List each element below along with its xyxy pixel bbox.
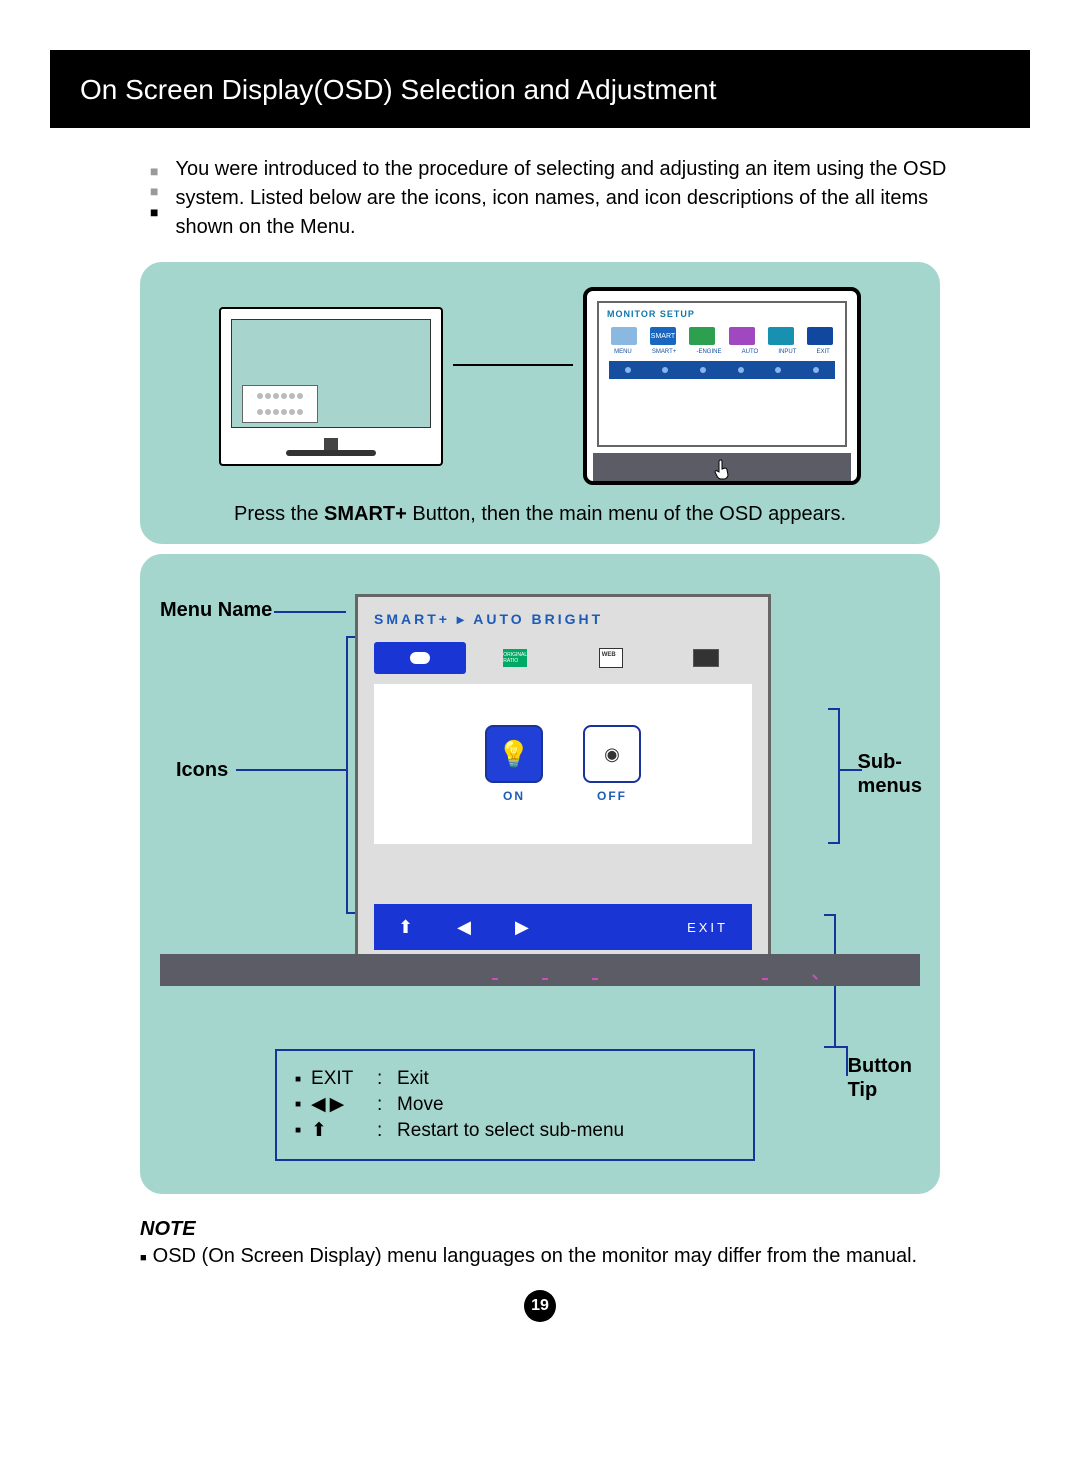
submenu-off-button[interactable]: ◉ OFF bbox=[583, 725, 641, 803]
label-submenus: Sub-menus bbox=[858, 750, 922, 798]
tab-web[interactable] bbox=[565, 642, 657, 674]
leader-line bbox=[274, 611, 346, 613]
web-icon bbox=[599, 648, 623, 668]
legend-row-restart: ■ ⬆ : Restart to select sub-menu bbox=[295, 1119, 735, 1142]
intro-text: You were introduced to the procedure of … bbox=[176, 155, 951, 242]
ratio-icon: ORIGINAL RATIO bbox=[503, 649, 527, 667]
nav-exit-label[interactable]: EXIT bbox=[687, 920, 728, 935]
bulb-on-icon: 💡 bbox=[498, 739, 530, 770]
osd-mini-title: MONITOR SETUP bbox=[599, 303, 845, 323]
note-heading: NOTE bbox=[140, 1218, 940, 1241]
on-label: ON bbox=[503, 789, 525, 803]
finger-pointer-icon bbox=[712, 458, 732, 487]
off-label: OFF bbox=[597, 789, 627, 803]
page-title: On Screen Display(OSD) Selection and Adj… bbox=[50, 50, 1030, 130]
page-number-badge: 19 bbox=[524, 1290, 556, 1322]
osd-breadcrumb: SMART+ ▸ AUTO BRIGHT bbox=[358, 597, 768, 642]
arrow-up-solid-icon: ⬆ bbox=[311, 1119, 327, 1142]
menu-icon bbox=[611, 327, 637, 345]
osd-screen-mock: SMART+ ▸ AUTO BRIGHT ORIGINAL RATIO 💡 ON… bbox=[355, 594, 771, 967]
label-button-tip: ButtonTip bbox=[848, 1054, 912, 1102]
leader-line bbox=[453, 364, 573, 368]
leader-line bbox=[838, 769, 862, 771]
note-text: ■ OSD (On Screen Display) menu languages… bbox=[140, 1245, 940, 1268]
bullet-markers: ■ ■ ■ bbox=[150, 155, 170, 222]
exit-icon bbox=[807, 327, 833, 345]
osd-tab-row: ORIGINAL RATIO bbox=[358, 642, 768, 684]
bracket-sub bbox=[828, 708, 840, 844]
auto-icon bbox=[729, 327, 755, 345]
osd-mini-button-row bbox=[609, 361, 835, 379]
arrow-left-icon: ◀ bbox=[311, 1093, 326, 1116]
legend-row-exit: ■ EXIT : Exit bbox=[295, 1068, 735, 1090]
osd-mini-label-row: MENU SMART+ -ENGINE AUTO INPUT EXIT bbox=[599, 349, 845, 361]
label-icons: Icons bbox=[176, 759, 228, 782]
leader-line bbox=[236, 769, 346, 771]
tab-original-ratio[interactable]: ORIGINAL RATIO bbox=[470, 642, 562, 674]
diagram-panel-1: MONITOR SETUP SMART MENU SMART+ -ENGINE bbox=[140, 262, 940, 544]
legend-row-move: ■ ◀ ▶ : Move bbox=[295, 1093, 735, 1116]
arrow-right-icon: ▶ bbox=[330, 1093, 345, 1116]
panel1-caption: Press the SMART+ Button, then the main m… bbox=[165, 503, 915, 526]
nav-left-icon[interactable]: ◀ bbox=[457, 917, 471, 938]
tab-auto-bright[interactable] bbox=[374, 642, 466, 674]
cloud-icon bbox=[410, 652, 430, 664]
engine-icon bbox=[689, 327, 715, 345]
label-menu-name: Menu Name bbox=[160, 599, 272, 622]
tab-cinema[interactable] bbox=[661, 642, 753, 674]
monitor-illustration-small bbox=[219, 307, 443, 466]
button-legend-box: ■ EXIT : Exit ■ ◀ ▶ : Move ■ ⬆ : Restart… bbox=[275, 1049, 755, 1161]
osd-body: 💡 ON ◉ OFF bbox=[374, 684, 752, 844]
smart-icon: SMART bbox=[650, 327, 676, 345]
bezel-bar bbox=[160, 954, 920, 986]
osd-mini-icon-row: SMART bbox=[599, 323, 845, 349]
nav-up-icon[interactable]: ⬆ bbox=[398, 917, 413, 938]
cinema-icon bbox=[693, 649, 719, 667]
input-icon bbox=[768, 327, 794, 345]
monitor-illustration-zoom: MONITOR SETUP SMART MENU SMART+ -ENGINE bbox=[583, 287, 861, 485]
osd-nav-bar: ⬆ ◀ ▶ EXIT bbox=[374, 904, 752, 950]
diagram-panel-2: Menu Name Icons Sub-menus ButtonTip SMAR… bbox=[140, 554, 940, 1194]
bulb-off-icon: ◉ bbox=[604, 744, 620, 765]
nav-right-icon[interactable]: ▶ bbox=[515, 917, 529, 938]
submenu-on-button[interactable]: 💡 ON bbox=[485, 725, 543, 803]
intro-paragraph: ■ ■ ■ You were introduced to the procedu… bbox=[0, 130, 1080, 257]
